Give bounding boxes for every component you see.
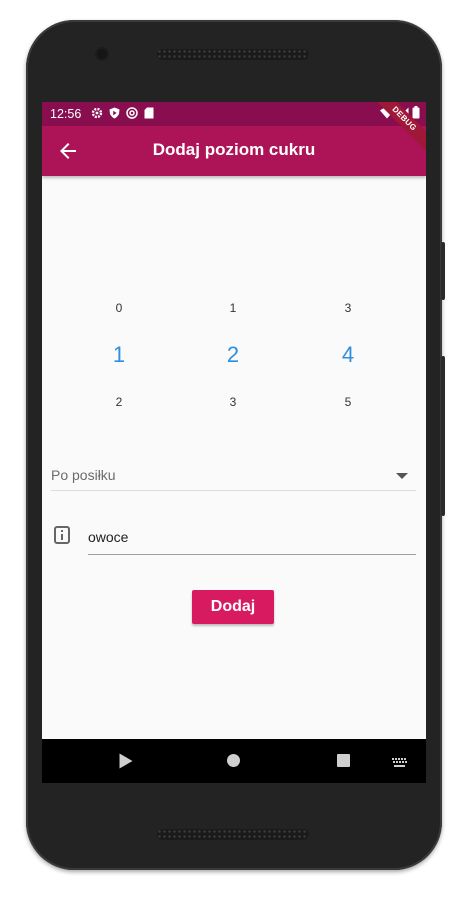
caret-down-icon xyxy=(396,473,408,479)
app-bar: Dodaj poziom cukru xyxy=(42,126,426,176)
keyboard-icon[interactable] xyxy=(392,755,408,773)
dropdown-selected-value: Po posiłku xyxy=(51,467,116,483)
sd-card-icon xyxy=(144,107,154,122)
picker-selected-value[interactable]: 1 xyxy=(89,342,149,368)
top-speaker-grille xyxy=(157,49,309,60)
bottom-speaker-grille xyxy=(157,829,309,840)
picker-second-digit[interactable]: 1 2 3 xyxy=(203,298,263,418)
status-time: 12:56 xyxy=(50,107,82,121)
volume-button xyxy=(441,242,445,300)
picker-next-value[interactable]: 5 xyxy=(318,395,378,409)
power-button xyxy=(441,356,445,516)
android-nav-bar xyxy=(42,739,426,783)
picker-next-value[interactable]: 3 xyxy=(203,395,263,409)
picker-decimal-digit[interactable]: 3 4 5 xyxy=(318,298,378,418)
front-camera xyxy=(97,49,107,59)
picker-next-value[interactable]: 2 xyxy=(89,395,149,409)
recents-square-icon[interactable] xyxy=(337,754,350,767)
picker-selected-value[interactable]: 4 xyxy=(318,342,378,368)
gear-icon xyxy=(91,107,103,122)
picker-selected-value[interactable]: 2 xyxy=(203,342,263,368)
shield-play-icon xyxy=(109,107,120,122)
screen: 12:56 Dodaj poziom cukru DEBUG 0 1 2 1 2… xyxy=(42,102,426,783)
meal-timing-dropdown[interactable]: Po posiłku xyxy=(51,460,416,491)
picker-first-digit[interactable]: 0 1 2 xyxy=(89,298,149,418)
picker-prev-value[interactable]: 3 xyxy=(318,301,378,315)
info-icon xyxy=(54,526,70,544)
add-button[interactable]: Dodaj xyxy=(192,590,274,624)
status-bar: 12:56 xyxy=(42,102,426,126)
back-triangle-icon[interactable] xyxy=(119,753,133,774)
note-input[interactable] xyxy=(88,520,416,555)
picker-prev-value[interactable]: 0 xyxy=(89,301,149,315)
picker-prev-value[interactable]: 1 xyxy=(203,301,263,315)
page-title: Dodaj poziom cukru xyxy=(152,140,316,159)
at-icon xyxy=(126,106,139,122)
home-circle-icon[interactable] xyxy=(227,754,240,767)
status-left-icons xyxy=(91,106,154,122)
